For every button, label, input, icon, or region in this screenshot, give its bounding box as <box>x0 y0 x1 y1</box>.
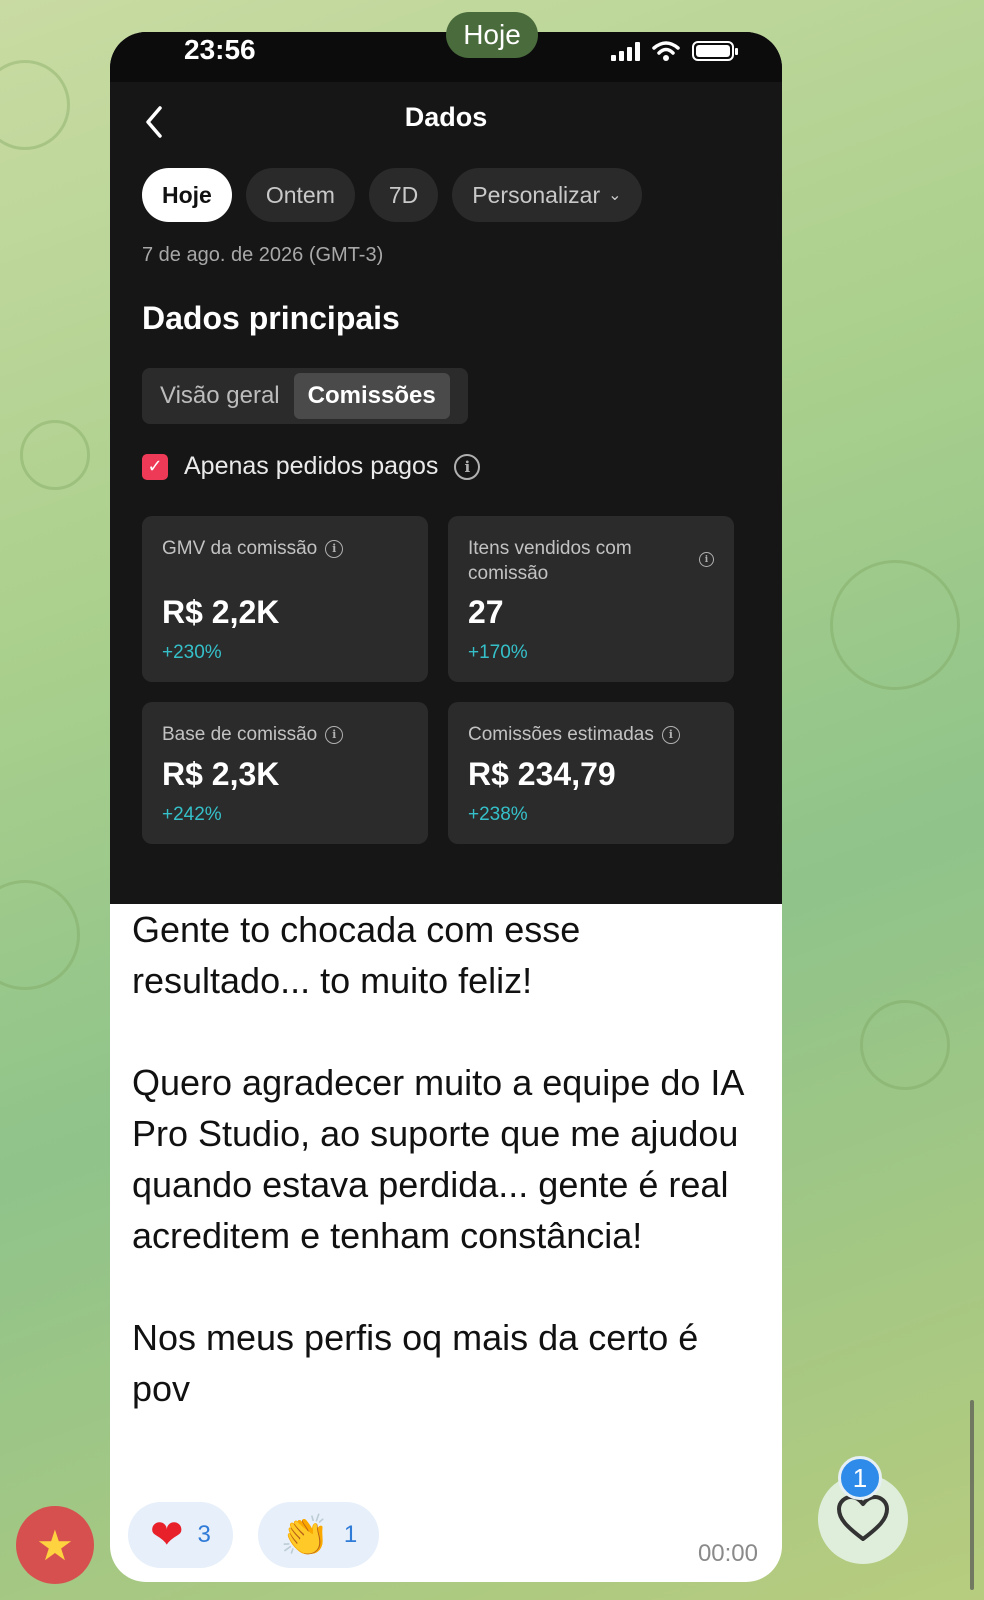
metric-label: Base de comissão <box>162 724 318 745</box>
clapping-hands-icon: 👏 <box>280 1512 330 1559</box>
message-time: 00:00 <box>697 1540 758 1567</box>
info-icon[interactable]: i <box>454 453 481 480</box>
reaction-heart[interactable]: ❤ 3 <box>128 1502 233 1568</box>
date-label: 7 de ago. de 2026 (GMT-3) <box>142 244 384 266</box>
reaction-count: 1 <box>343 1521 358 1548</box>
scrollbar[interactable] <box>970 1400 974 1590</box>
attached-screenshot[interactable]: 23:56 Dados Hoje Ontem 7D Personalizar⌄ <box>110 32 782 904</box>
star-face-icon[interactable]: ★ <box>16 1506 94 1584</box>
metric-card-estimated-commissions[interactable]: Comissões estimadas i R$ 234,79 +238% <box>448 702 734 844</box>
checkbox-checked[interactable]: ✓ <box>142 453 168 480</box>
metric-label: Itens vendidos com comissão <box>468 538 632 584</box>
segment-overview[interactable]: Visão geral <box>146 373 294 419</box>
background-doodle <box>860 1000 950 1090</box>
wifi-icon <box>652 41 680 61</box>
metric-card-commission-base[interactable]: Base de comissão i R$ 2,3K +242% <box>142 702 428 844</box>
paid-orders-filter: ✓ Apenas pedidos pagos i <box>142 452 481 481</box>
tab-custom[interactable]: Personalizar ⌄ <box>452 168 642 222</box>
filter-label: Apenas pedidos pagos <box>184 452 439 480</box>
metric-value: 27 <box>468 594 504 630</box>
background-doodle <box>0 880 80 990</box>
period-tabs: Hoje Ontem 7D Personalizar ⌄ <box>142 168 642 222</box>
message-bubble[interactable]: 23:56 Dados Hoje Ontem 7D Personalizar⌄ <box>110 32 782 1582</box>
info-icon[interactable]: i <box>325 725 344 744</box>
chevron-down-icon: ⌄ <box>608 187 622 204</box>
tab-today[interactable]: Hoje <box>142 168 232 222</box>
status-time: 23:56 <box>184 34 256 65</box>
message-paragraph: Nos meus perfis oq mais da certo é pov <box>132 1317 699 1409</box>
background-doodle <box>0 60 70 150</box>
segment-commissions[interactable]: Comissões <box>293 373 450 419</box>
heart-icon: ❤ <box>150 1512 184 1558</box>
metric-change: +170% <box>468 642 528 663</box>
message-paragraph: Quero agradecer muito a equipe do IA Pro… <box>132 1062 743 1256</box>
metric-label: GMV da comissão <box>162 538 318 559</box>
section-title: Dados principais <box>142 300 400 336</box>
metric-change: +242% <box>162 804 222 825</box>
message-paragraph: Gente to chocada com esse resultado... t… <box>132 909 581 1001</box>
metric-label: Comissões estimadas <box>468 724 654 745</box>
date-separator: Hoje <box>446 12 538 58</box>
info-icon[interactable]: i <box>325 539 344 558</box>
metric-value: R$ 2,3K <box>162 756 280 792</box>
metric-change: +238% <box>468 804 528 825</box>
signal-icon <box>611 41 640 61</box>
metric-card-items-sold[interactable]: Itens vendidos com comissão i 27 +170% <box>448 516 734 682</box>
metric-card-gmv[interactable]: GMV da comissão i R$ 2,2K +230% <box>142 516 428 682</box>
info-icon[interactable]: i <box>699 552 714 567</box>
battery-icon <box>692 41 738 61</box>
background-doodle <box>830 560 960 690</box>
tab-7d[interactable]: 7D <box>368 168 439 222</box>
reaction-clap[interactable]: 👏 1 <box>258 1502 380 1568</box>
page-title: Dados <box>404 102 488 132</box>
reaction-count: 3 <box>197 1521 211 1548</box>
background-doodle <box>20 420 90 490</box>
info-icon[interactable]: i <box>661 725 680 744</box>
metric-value: R$ 2,2K <box>162 594 280 630</box>
tab-yesterday[interactable]: Ontem <box>245 168 355 222</box>
segmented-control: Visão geral Comissões <box>142 368 468 424</box>
metric-change: +230% <box>162 642 222 663</box>
unread-badge: 1 <box>838 1456 882 1500</box>
message-text: Gente to chocada com esse resultado... t… <box>132 904 752 1414</box>
heart-outline-icon <box>837 1495 889 1541</box>
metric-value: R$ 234,79 <box>468 756 616 792</box>
